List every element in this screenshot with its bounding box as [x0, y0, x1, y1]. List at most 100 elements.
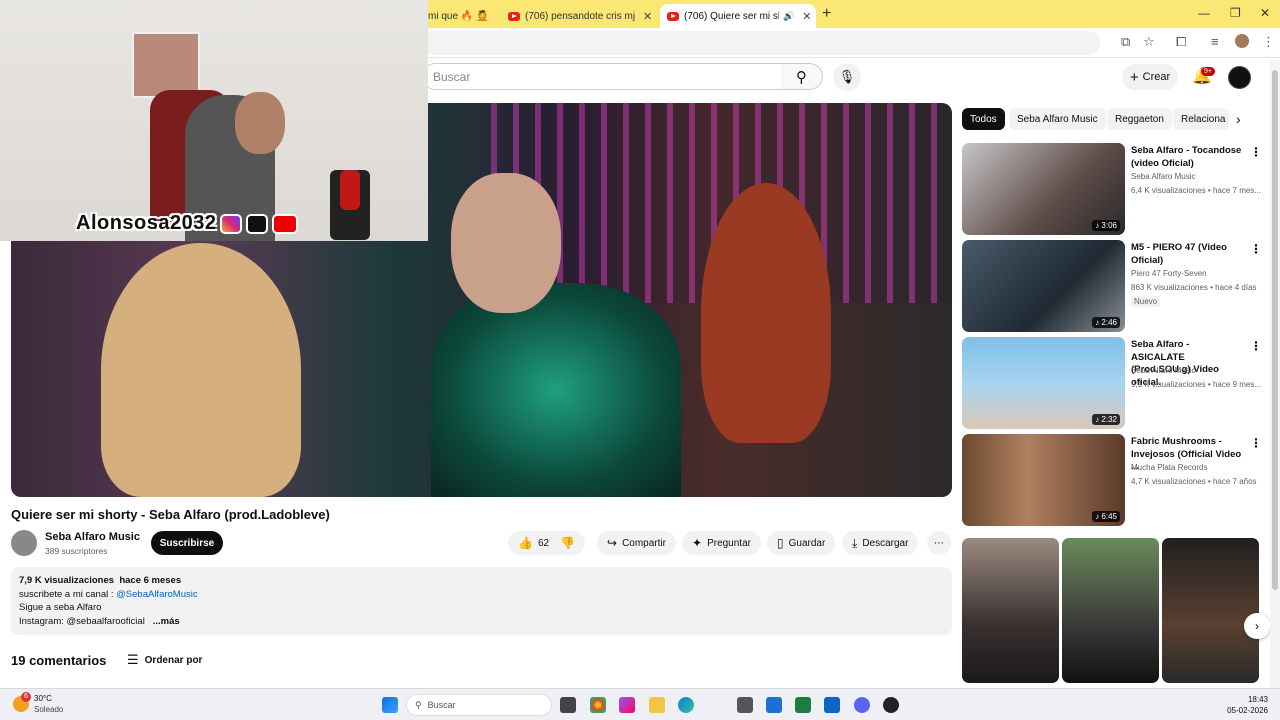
ask-button[interactable]: ✦ Preguntar: [682, 531, 761, 555]
system-clock[interactable]: 18:43 05-02-2026: [1226, 694, 1268, 716]
recommendation-channel[interactable]: Seba Alfaro Music: [1131, 366, 1195, 375]
chip-reggaeton[interactable]: Reggaeton: [1107, 108, 1172, 130]
cast-icon[interactable]: ⧉: [1121, 34, 1130, 50]
video-thumbnail[interactable]: ♪ 2:46: [962, 240, 1125, 332]
menu-icon[interactable]: ⋮: [1262, 34, 1275, 50]
dislike-icon[interactable]: 👎: [560, 536, 575, 550]
recommendation-meta: 9,1 K visualizaciones • hace 9 mes...: [1131, 380, 1261, 389]
short-thumbnail[interactable]: [1162, 538, 1259, 683]
account-avatar[interactable]: [1228, 66, 1251, 89]
profile-avatar[interactable]: [1235, 34, 1249, 48]
recommendation-item[interactable]: ♪ 2:46 M5 - PIERO 47 (Video Oficial) Pie…: [962, 240, 1262, 332]
media-icon[interactable]: ≡: [1211, 34, 1219, 49]
chevron-right-icon: ›: [1255, 619, 1259, 633]
description-line-1: suscribete a mi canal : @SebaAlfaroMusic: [19, 588, 944, 602]
more-vert-icon[interactable]: ⋮: [1250, 145, 1262, 159]
youtube-logo-icon: [272, 214, 298, 234]
like-icon[interactable]: 👍: [518, 536, 533, 550]
chip-channel[interactable]: Seba Alfaro Music: [1009, 108, 1106, 130]
show-more-link[interactable]: ...más: [153, 616, 180, 627]
description-box[interactable]: 7,9 K visualizaciones hace 6 meses suscr…: [11, 567, 952, 635]
tab-2[interactable]: (706) pensandote cris mj lucky ✕: [508, 4, 656, 28]
channel-avatar[interactable]: [11, 530, 37, 556]
voice-search-button[interactable]: 🎙: [833, 63, 861, 91]
download-button[interactable]: ⤓ Descargar: [842, 531, 919, 555]
taskbar-search[interactable]: ⚲ Buscar: [406, 694, 552, 716]
recommendation-item[interactable]: ♪ 2:32 Seba Alfaro - ASICALATE (Prod.SOU…: [962, 337, 1262, 429]
recommendation-title[interactable]: M5 - PIERO 47 (Video Oficial): [1131, 242, 1243, 267]
speaker-icon[interactable]: 🔊: [783, 11, 794, 22]
recommendation-channel[interactable]: Piero 47 Forty-Seven: [1131, 269, 1207, 278]
short-thumbnail[interactable]: [962, 538, 1059, 683]
app-cube-icon[interactable]: [737, 697, 753, 713]
upload-date: hace 6 meses: [119, 575, 182, 586]
tab-1-label: mi que 🔥 💆: [428, 10, 489, 22]
outlook-icon[interactable]: [824, 697, 840, 713]
duration-badge: ♪ 3:06: [1092, 220, 1120, 231]
video-frame-figure-right: [701, 183, 831, 443]
copilot-icon[interactable]: [619, 697, 635, 713]
maximize-icon[interactable]: ❐: [1230, 6, 1241, 20]
youtube-icon: [508, 11, 520, 21]
bookmark-star-icon[interactable]: ☆: [1143, 34, 1155, 50]
tab-3-label: (706) Quiere ser mi shorty: [684, 10, 779, 22]
close-icon[interactable]: ✕: [802, 10, 811, 23]
create-button[interactable]: + Crear: [1122, 64, 1178, 90]
tab-3-active[interactable]: (706) Quiere ser mi shorty 🔊 ✕: [660, 4, 816, 28]
windows-start-icon[interactable]: [382, 697, 398, 713]
close-icon[interactable]: ✕: [643, 10, 652, 23]
app-blue-icon[interactable]: [766, 697, 782, 713]
excel-icon[interactable]: [795, 697, 811, 713]
channel-handle-link[interactable]: @SebaAlfaroMusic: [116, 589, 197, 600]
extensions-icon[interactable]: ⧠: [1176, 34, 1186, 50]
more-vert-icon[interactable]: ⋮: [1250, 242, 1262, 256]
recommendation-title[interactable]: Seba Alfaro - Tocandose (video Oficial): [1131, 145, 1243, 170]
description-line-1-text: suscribete a mi canal :: [19, 588, 117, 600]
subscribe-button[interactable]: Suscribirse: [151, 531, 223, 555]
page-scrollbar[interactable]: [1270, 60, 1280, 688]
share-button[interactable]: ↪ Compartir: [597, 531, 676, 555]
chrome-icon[interactable]: [590, 697, 606, 713]
duration-badge: ♪ 2:46: [1092, 317, 1120, 328]
close-icon[interactable]: ✕: [496, 10, 498, 23]
save-button[interactable]: ▯ Guardar: [767, 531, 836, 555]
discord-icon[interactable]: [854, 697, 870, 713]
chip-todos[interactable]: Todos: [962, 108, 1005, 130]
search-input[interactable]: Buscar: [422, 63, 782, 90]
more-actions-button[interactable]: ⋯: [927, 531, 951, 555]
obs-icon[interactable]: [883, 697, 899, 713]
file-explorer-icon[interactable]: [649, 697, 665, 713]
video-thumbnail[interactable]: ♪ 6:45: [962, 434, 1125, 526]
more-vert-icon[interactable]: ⋮: [1250, 339, 1262, 353]
short-thumbnail[interactable]: [1062, 538, 1159, 683]
recommendation-item[interactable]: ♪ 6:45 Fabric Mushrooms - Invejosos (Off…: [962, 434, 1262, 526]
duration-badge: ♪ 2:32: [1092, 414, 1120, 425]
search-button[interactable]: ⚲: [781, 63, 823, 90]
bookmark-icon: ▯: [777, 536, 784, 550]
scrollbar-thumb[interactable]: [1272, 70, 1278, 590]
tab-1[interactable]: mi que 🔥 💆 ✕: [428, 4, 498, 28]
temperature[interactable]: 30°C: [34, 694, 52, 703]
ask-label: Preguntar: [707, 537, 751, 549]
recommendation-channel[interactable]: Mucha Plata Records: [1131, 463, 1207, 472]
channel-name[interactable]: Seba Alfaro Music: [45, 531, 140, 543]
recommendation-meta: 6,4 K visualizaciones • hace 7 mes...: [1131, 186, 1261, 195]
sort-icon: ☰: [127, 652, 139, 667]
sort-button[interactable]: ☰ Ordenar por: [127, 652, 202, 668]
recommendation-item[interactable]: ♪ 3:06 Seba Alfaro - Tocandose (video Of…: [962, 143, 1262, 235]
minimize-icon[interactable]: —: [1198, 6, 1210, 20]
new-tab-button[interactable]: +: [822, 5, 831, 23]
description-line-2: Sigue a seba Alfaro: [19, 602, 102, 613]
edge-icon[interactable]: [678, 697, 694, 713]
more-vert-icon[interactable]: ⋮: [1250, 436, 1262, 450]
close-window-icon[interactable]: ✕: [1260, 6, 1270, 20]
video-thumbnail[interactable]: ♪ 3:06: [962, 143, 1125, 235]
video-thumbnail[interactable]: ♪ 2:32: [962, 337, 1125, 429]
shorts-next-button[interactable]: ›: [1244, 613, 1270, 639]
like-count[interactable]: 62: [538, 538, 549, 549]
recommendation-channel[interactable]: Seba Alfaro Music: [1131, 172, 1195, 181]
omnibox[interactable]: [420, 31, 1100, 55]
task-view-icon[interactable]: [560, 697, 576, 713]
chevron-right-icon[interactable]: ›: [1236, 111, 1241, 127]
chip-related[interactable]: Relaciona: [1173, 108, 1229, 130]
